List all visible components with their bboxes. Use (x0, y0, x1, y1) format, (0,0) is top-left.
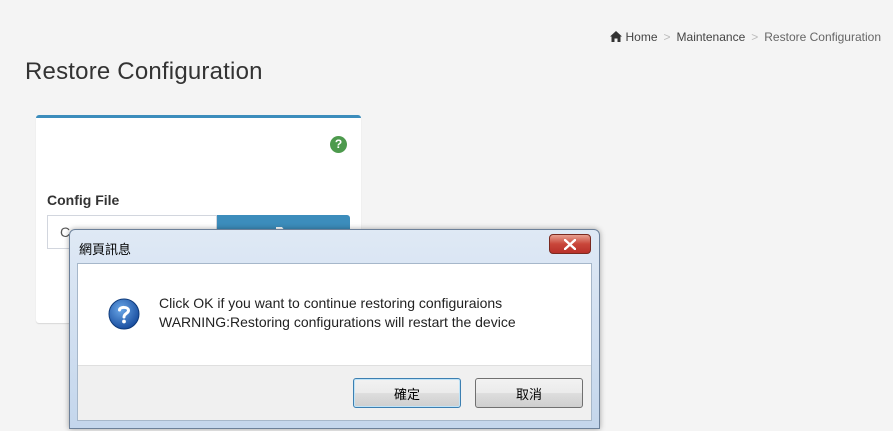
confirm-dialog: 網頁訊息 Click OK if you want to continue re… (69, 229, 600, 429)
breadcrumb-home[interactable]: Home (610, 30, 658, 44)
dialog-button-bar: 確定 取消 (78, 365, 591, 420)
question-icon (108, 298, 140, 330)
dialog-message-line-1: Click OK if you want to continue restori… (159, 295, 503, 311)
breadcrumb-maintenance[interactable]: Maintenance (677, 30, 746, 44)
dialog-title: 網頁訊息 (79, 243, 132, 258)
dialog-message: Click OK if you want to continue restori… (159, 294, 516, 332)
help-icon[interactable]: ? (330, 136, 347, 153)
config-file-label: Config File (47, 192, 120, 208)
page-title: Restore Configuration (25, 58, 263, 86)
dialog-body: Click OK if you want to continue restori… (77, 263, 592, 421)
breadcrumb-home-label[interactable]: Home (626, 30, 658, 44)
dialog-message-line-2: WARNING:Restoring configurations will re… (159, 314, 516, 330)
ok-button[interactable]: 確定 (353, 378, 461, 408)
breadcrumb-current: Restore Configuration (764, 30, 881, 44)
home-icon (610, 31, 623, 42)
breadcrumb-separator: > (663, 30, 671, 44)
dialog-close-button[interactable] (549, 234, 591, 254)
close-icon (564, 238, 576, 250)
breadcrumb-separator: > (751, 30, 759, 44)
cancel-button[interactable]: 取消 (475, 378, 583, 408)
page: Restore Configuration Home > Maintenance… (0, 0, 893, 431)
breadcrumb: Home > Maintenance > Restore Configurati… (610, 30, 881, 44)
